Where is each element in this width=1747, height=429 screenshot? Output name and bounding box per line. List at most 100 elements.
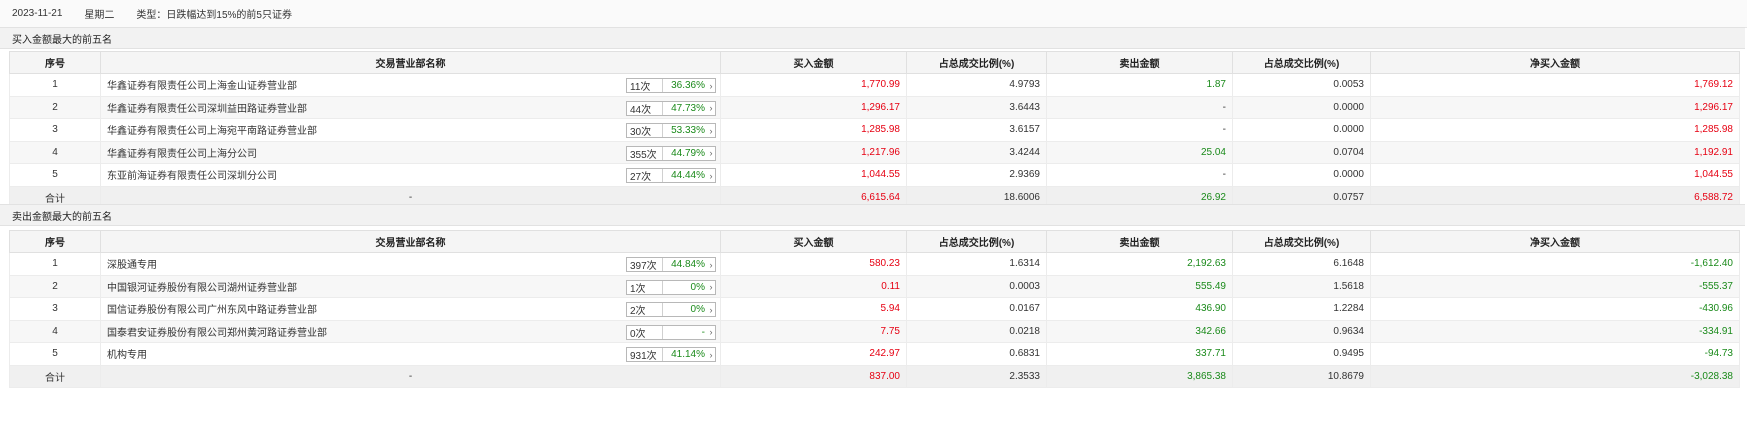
chevron-right-icon: › <box>709 304 713 315</box>
broker-stats-badge[interactable]: 11次 36.36% › <box>626 78 716 93</box>
net-buy-amount: 1,769.12 <box>1370 73 1740 97</box>
buy-amount: 5.94 <box>720 297 907 321</box>
buy-top5-table: 序号 交易营业部名称 买入金额 占总成交比例(%) 卖出金额 占总成交比例(%)… <box>9 51 1740 209</box>
broker-stats-badge[interactable]: 30次 53.33% › <box>626 123 716 138</box>
sell-amount: - <box>1046 163 1233 187</box>
buy-amount: 242.97 <box>720 342 907 366</box>
chevron-right-icon: › <box>709 327 713 337</box>
row-index: 2 <box>9 95 101 119</box>
broker-name-link[interactable]: 华鑫证券有限责任公司深圳益田路证券营业部 <box>107 104 307 115</box>
broker-cell: 国信证券股份有限公司广州东风中路证券营业部 2次 0% › <box>100 297 721 321</box>
buy-percent: 0.0167 <box>906 297 1047 321</box>
trade-count: 11次 <box>627 79 663 93</box>
trade-count: 931次 <box>627 348 663 362</box>
broker-name-link[interactable]: 华鑫证券有限责任公司上海分公司 <box>107 149 257 160</box>
total-sell-amount: 3,865.38 <box>1046 364 1233 388</box>
broker-name-link[interactable]: 国泰君安证券股份有限公司郑州黄河路证券营业部 <box>107 328 327 339</box>
win-rate: 44.44% <box>671 170 705 181</box>
sell-percent: 1.5618 <box>1232 274 1371 298</box>
broker-stats-badge[interactable]: 44次 47.73% › <box>626 100 716 116</box>
broker-name-link[interactable]: 中国银河证券股份有限公司湖州证券营业部 <box>107 283 297 294</box>
type-value: 日跌幅达到15%的前5只证券 <box>166 10 292 21</box>
row-index: 3 <box>9 297 101 321</box>
broker-name-link[interactable]: 深股通专用 <box>107 260 157 271</box>
trade-count: 30次 <box>627 124 663 138</box>
col-header-buy-pct: 占总成交比例(%) <box>906 230 1047 253</box>
sell-amount: 2,192.63 <box>1046 252 1233 276</box>
col-header-buy: 买入金额 <box>720 230 907 253</box>
sell-amount: - <box>1046 118 1233 142</box>
broker-name-link[interactable]: 东亚前海证券有限责任公司深圳分公司 <box>107 171 277 182</box>
buy-section-title: 买入金额最大的前五名 <box>0 27 1745 49</box>
broker-stats-badge[interactable]: 0次 - › <box>626 324 716 340</box>
broker-cell: 国泰君安证券股份有限公司郑州黄河路证券营业部 0次 - › <box>100 319 721 343</box>
chevron-right-icon: › <box>709 80 713 91</box>
broker-name-link[interactable]: 国信证券股份有限公司广州东风中路证券营业部 <box>107 305 317 316</box>
buy-percent: 1.6314 <box>906 252 1047 276</box>
broker-stats-badge[interactable]: 355次 44.79% › <box>626 145 716 161</box>
net-buy-amount: -94.73 <box>1370 342 1740 366</box>
row-index: 2 <box>9 274 101 298</box>
buy-amount: 0.11 <box>720 274 907 298</box>
total-broker-placeholder: - <box>100 364 721 388</box>
broker-cell: 东亚前海证券有限责任公司深圳分公司 27次 44.44% › <box>100 163 721 187</box>
trade-count: 27次 <box>627 169 663 183</box>
total-label: 合计 <box>9 364 101 388</box>
broker-stats-badge[interactable]: 2次 0% › <box>626 302 716 317</box>
chevron-right-icon: › <box>709 148 713 158</box>
sell-section-title: 卖出金额最大的前五名 <box>0 204 1745 226</box>
total-row: 合计 -837.00 2.3533 3,865.38 10.8679 -3,028.38 <box>9 364 1740 388</box>
net-buy-amount: 1,285.98 <box>1370 118 1740 142</box>
top-info-bar: 2023-11-21 星期二 类型：日跌幅达到15%的前5只证券 <box>0 0 1747 28</box>
broker-stats-badge[interactable]: 1次 0% › <box>626 279 716 295</box>
col-header-index: 序号 <box>9 230 101 253</box>
sell-amount: 342.66 <box>1046 319 1233 343</box>
broker-cell: 机构专用 931次 41.14% › <box>100 342 721 366</box>
col-header-sell-pct: 占总成交比例(%) <box>1232 230 1371 253</box>
broker-cell: 华鑫证券有限责任公司上海宛平南路证券营业部 30次 53.33% › <box>100 118 721 142</box>
row-index: 5 <box>9 163 101 187</box>
net-buy-amount: -1,612.40 <box>1370 252 1740 276</box>
sell-percent: 0.0053 <box>1232 73 1371 97</box>
chevron-right-icon: › <box>709 103 713 113</box>
win-rate: - <box>701 326 705 338</box>
sell-amount: 436.90 <box>1046 297 1233 321</box>
broker-stats-badge[interactable]: 931次 41.14% › <box>626 347 716 362</box>
net-buy-amount: -334.91 <box>1370 319 1740 343</box>
table-row: 1 华鑫证券有限责任公司上海金山证券营业部 11次 36.36% › 1,770.99 4.… <box>9 73 1740 97</box>
table-row: 5 东亚前海证券有限责任公司深圳分公司 27次 44.44% › 1,044.55 2.93… <box>9 163 1740 187</box>
broker-cell: 华鑫证券有限责任公司上海分公司 355次 44.79% › <box>100 140 721 164</box>
trade-count: 1次 <box>627 280 663 295</box>
broker-name-link[interactable]: 华鑫证券有限责任公司上海宛平南路证券营业部 <box>107 126 317 137</box>
col-header-index: 序号 <box>9 51 101 74</box>
broker-name-link[interactable]: 华鑫证券有限责任公司上海金山证券营业部 <box>107 81 297 92</box>
buy-percent: 0.0003 <box>906 274 1047 298</box>
sell-percent: 0.0000 <box>1232 163 1371 187</box>
table-row: 3 华鑫证券有限责任公司上海宛平南路证券营业部 30次 53.33% › 1,285.98… <box>9 118 1740 142</box>
broker-stats-badge[interactable]: 27次 44.44% › <box>626 168 716 183</box>
sell-top5-table: 序号 交易营业部名称 买入金额 占总成交比例(%) 卖出金额 占总成交比例(%)… <box>9 230 1740 388</box>
trade-count: 44次 <box>627 101 663 116</box>
win-rate: 53.33% <box>671 125 705 136</box>
broker-cell: 深股通专用 397次 44.84% › <box>100 252 721 276</box>
broker-cell: 华鑫证券有限责任公司上海金山证券营业部 11次 36.36% › <box>100 73 721 97</box>
chevron-right-icon: › <box>709 282 713 292</box>
buy-percent: 0.6831 <box>906 342 1047 366</box>
sell-percent: 1.2284 <box>1232 297 1371 321</box>
col-header-broker: 交易营业部名称 <box>100 51 721 74</box>
chevron-right-icon: › <box>709 349 713 360</box>
win-rate: 36.36% <box>671 80 705 91</box>
net-buy-amount: 1,044.55 <box>1370 163 1740 187</box>
table-row: 2 华鑫证券有限责任公司深圳益田路证券营业部 44次 47.73% › 1,296.17 3… <box>9 95 1740 119</box>
sell-percent: 6.1648 <box>1232 252 1371 276</box>
total-buy-percent: 2.3533 <box>906 364 1047 388</box>
total-buy-amount: 837.00 <box>720 364 907 388</box>
broker-stats-badge[interactable]: 397次 44.84% › <box>626 257 716 272</box>
net-buy-amount: -430.96 <box>1370 297 1740 321</box>
col-header-sell: 卖出金额 <box>1046 51 1233 74</box>
broker-name-link[interactable]: 机构专用 <box>107 350 147 361</box>
row-index: 1 <box>9 73 101 97</box>
table-row: 4 华鑫证券有限责任公司上海分公司 355次 44.79% › 1,217.96 3.424… <box>9 140 1740 164</box>
win-rate: 41.14% <box>671 349 705 360</box>
sell-amount: 1.87 <box>1046 73 1233 97</box>
